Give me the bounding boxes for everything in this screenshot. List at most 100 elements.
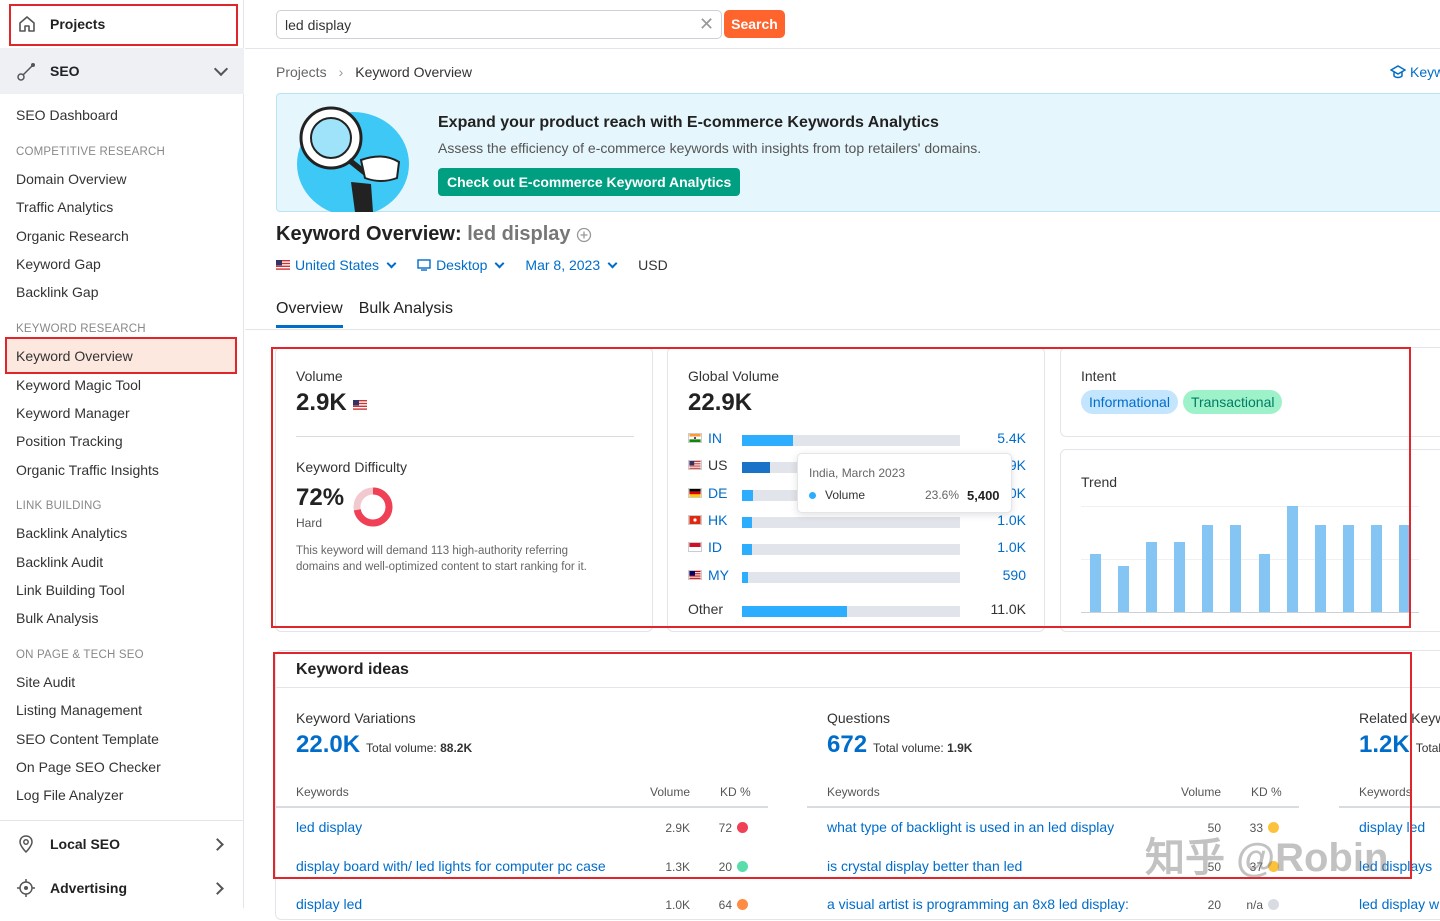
chevron-right-icon bbox=[211, 882, 224, 895]
sidebar-item-bulk-analysis[interactable]: Bulk Analysis bbox=[16, 610, 98, 626]
keyword-tutorial-link[interactable]: Keyw bbox=[1390, 64, 1440, 80]
keyword-link[interactable]: led display w bbox=[1359, 896, 1439, 912]
india-flag-icon bbox=[688, 433, 702, 443]
chevron-down-icon bbox=[607, 258, 618, 268]
country-dropdown[interactable]: United States bbox=[276, 257, 397, 273]
trend-bar[interactable] bbox=[1145, 542, 1157, 612]
keyword-ideas-title: Keyword ideas bbox=[296, 661, 409, 678]
country-label: United States bbox=[295, 257, 380, 273]
keyword-variations-count[interactable]: 22.0K bbox=[296, 731, 360, 759]
keyword-link[interactable]: led display bbox=[296, 819, 362, 835]
trend-bar[interactable] bbox=[1399, 525, 1411, 612]
country-row[interactable]: HK 1.0K bbox=[688, 511, 1028, 531]
add-circle-icon[interactable] bbox=[576, 227, 592, 243]
sidebar-item-traffic-analytics[interactable]: Traffic Analytics bbox=[16, 199, 113, 215]
questions-count[interactable]: 672 bbox=[827, 731, 867, 759]
country-code: ID bbox=[708, 539, 722, 555]
germany-flag-icon bbox=[688, 488, 702, 498]
other-bar-fill bbox=[742, 606, 847, 617]
trend-bar[interactable] bbox=[1202, 525, 1214, 612]
keyword-volume: 1.0K bbox=[665, 898, 690, 912]
col-volume-header: Volume bbox=[1181, 785, 1222, 799]
country-bar-fill bbox=[742, 490, 753, 501]
sidebar-item-backlink-audit[interactable]: Backlink Audit bbox=[16, 554, 103, 570]
sidebar-item-organic-traffic-insights[interactable]: Organic Traffic Insights bbox=[16, 462, 159, 478]
country-code: HK bbox=[708, 512, 728, 528]
questions-heading: Questions bbox=[827, 710, 891, 726]
other-value: 11.0K bbox=[990, 601, 1026, 617]
sidebar-item-keyword-manager[interactable]: Keyword Manager bbox=[16, 405, 130, 421]
sidebar-item-keyword-gap[interactable]: Keyword Gap bbox=[16, 256, 101, 272]
trend-bar[interactable] bbox=[1371, 525, 1383, 612]
sidebar-item-backlink-analytics[interactable]: Backlink Analytics bbox=[16, 525, 127, 541]
country-code: IN bbox=[708, 430, 722, 446]
keyword-link[interactable]: display board with/ led lights for compu… bbox=[296, 858, 606, 874]
keyword-kd: 72 bbox=[718, 821, 732, 835]
keyword-link[interactable]: display led bbox=[296, 896, 362, 912]
search-input[interactable]: led display bbox=[276, 10, 722, 39]
device-dropdown[interactable]: Desktop bbox=[417, 257, 505, 273]
trend-label: Trend bbox=[1081, 474, 1118, 490]
chevron-right-icon: › bbox=[338, 64, 344, 80]
trend-bar[interactable] bbox=[1089, 553, 1101, 612]
sidebar-item-position-tracking[interactable]: Position Tracking bbox=[16, 433, 123, 449]
trend-bar[interactable] bbox=[1286, 506, 1298, 612]
sidebar-item-on-page-seo-checker[interactable]: On Page SEO Checker bbox=[16, 759, 161, 775]
sidebar-item-log-file-analyzer[interactable]: Log File Analyzer bbox=[16, 787, 123, 803]
chevron-down-icon bbox=[386, 258, 397, 268]
trend-bar[interactable] bbox=[1230, 525, 1242, 612]
chevron-down-icon bbox=[213, 61, 229, 77]
trend-card: Trend bbox=[1060, 449, 1440, 632]
banner-cta-button[interactable]: Check out E-commerce Keyword Analytics bbox=[438, 168, 741, 196]
chevron-down-icon bbox=[494, 258, 505, 268]
sidebar-item-domain-overview[interactable]: Domain Overview bbox=[16, 171, 126, 187]
sidebar-item-listing-management[interactable]: Listing Management bbox=[16, 702, 142, 718]
tooltip-series-dot bbox=[809, 492, 816, 499]
intent-label: Intent bbox=[1081, 368, 1117, 384]
country-row[interactable]: IN 5.4K bbox=[688, 429, 1028, 449]
keyword-link[interactable]: a visual artist is programming an 8x8 le… bbox=[827, 896, 1129, 912]
col-keywords-header: Keywords bbox=[827, 785, 880, 799]
trend-bar[interactable] bbox=[1343, 525, 1355, 612]
kd-description-line: This keyword will demand 113 high-author… bbox=[296, 545, 569, 557]
sidebar-item-backlink-gap[interactable]: Backlink Gap bbox=[16, 284, 98, 300]
keyword-tutorial-label: Keyw bbox=[1410, 64, 1440, 80]
sidebar-item-seo-dashboard[interactable]: SEO Dashboard bbox=[16, 107, 118, 123]
clear-search-icon[interactable]: ✕ bbox=[699, 14, 714, 34]
search-button[interactable]: Search bbox=[724, 10, 785, 38]
keyword-volume: 20 bbox=[1207, 898, 1221, 912]
sidebar-item-seo-content-template[interactable]: SEO Content Template bbox=[16, 731, 159, 747]
country-bar bbox=[742, 572, 960, 583]
trend-bar[interactable] bbox=[1314, 525, 1326, 612]
keyword-link[interactable]: what type of backlight is used in an led… bbox=[827, 819, 1114, 835]
col-volume-header: Volume bbox=[650, 785, 691, 799]
volume-divider bbox=[296, 436, 634, 437]
sidebar-projects[interactable]: Projects bbox=[0, 0, 244, 48]
seo-icon bbox=[16, 60, 38, 82]
tab-overview[interactable]: Overview bbox=[276, 300, 343, 328]
keyword-link[interactable]: is crystal display better than led bbox=[827, 858, 1022, 874]
sidebar-item-organic-research[interactable]: Organic Research bbox=[16, 228, 129, 244]
sidebar-item-keyword-magic-tool[interactable]: Keyword Magic Tool bbox=[16, 377, 141, 393]
trend-bar[interactable] bbox=[1117, 566, 1129, 612]
country-row[interactable]: MY 590 bbox=[688, 566, 1028, 586]
intent-transactional-tag: Transactional bbox=[1182, 390, 1283, 414]
date-dropdown[interactable]: Mar 8, 2023 bbox=[525, 257, 618, 273]
trend-bar[interactable] bbox=[1258, 553, 1270, 612]
sidebar-item-link-building-tool[interactable]: Link Building Tool bbox=[16, 582, 125, 598]
country-row[interactable]: ID 1.0K bbox=[688, 538, 1028, 558]
trend-bar[interactable] bbox=[1174, 542, 1186, 612]
breadcrumb-projects[interactable]: Projects bbox=[276, 64, 327, 80]
sidebar-local-seo[interactable]: Local SEO bbox=[0, 822, 244, 866]
sidebar-item-site-audit[interactable]: Site Audit bbox=[16, 674, 75, 690]
target-icon bbox=[16, 877, 38, 899]
related-keywords-count[interactable]: 1.2K bbox=[1359, 731, 1410, 759]
sidebar-heading-keyword-research: KEYWORD RESEARCH bbox=[16, 323, 146, 335]
keyword-volume: 1.3K bbox=[665, 860, 690, 874]
sidebar-heading-on-page: ON PAGE & TECH SEO bbox=[16, 649, 144, 661]
sidebar-advertising[interactable]: Advertising bbox=[0, 866, 244, 910]
sidebar-item-keyword-overview[interactable]: Keyword Overview bbox=[5, 337, 237, 374]
volume-label: Volume bbox=[296, 368, 343, 384]
sidebar-seo[interactable]: SEO bbox=[0, 48, 244, 94]
tab-bulk-analysis[interactable]: Bulk Analysis bbox=[359, 300, 453, 328]
